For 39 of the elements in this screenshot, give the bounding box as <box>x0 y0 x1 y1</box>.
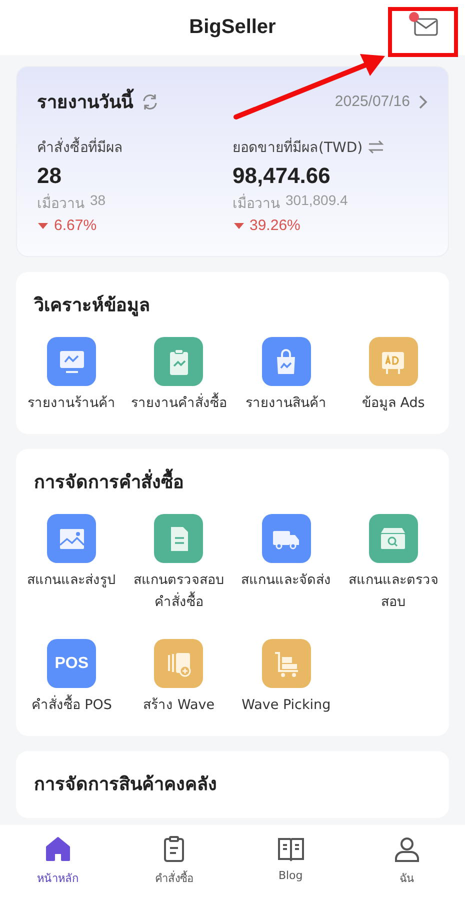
shortcut-tile[interactable]: สแกนและตรวจสอบ <box>340 514 447 613</box>
section-title: การจัดการสินค้าคงคลัง <box>34 773 217 797</box>
tab-item[interactable]: หน้าหลัก <box>0 825 116 900</box>
shortcut-tile[interactable]: สแกนและส่งรูป <box>18 514 126 613</box>
metric-value: 98,474.66 <box>232 163 332 189</box>
shortcut-tile[interactable]: สแกนตรวจสอบคำสั่งซื้อ <box>125 514 232 613</box>
metric-label: คำสั่งซื้อที่มีผล <box>37 136 123 158</box>
shortcut-tile[interactable]: สร้าง Wave <box>125 639 232 716</box>
previous-value: 301,809.4 <box>286 192 348 210</box>
app-title: BigSeller <box>189 16 276 39</box>
metric-value: 28 <box>37 163 62 189</box>
refresh-icon[interactable] <box>141 92 159 110</box>
swap-icon[interactable] <box>368 140 384 154</box>
tab-item[interactable]: คำสั่งซื้อ <box>116 825 232 900</box>
change-percent: 6.67% <box>54 217 97 234</box>
me-icon <box>392 835 421 863</box>
previous-label: เมื่อวาน <box>37 192 85 214</box>
blog-icon <box>276 835 305 863</box>
shortcut-tile[interactable]: สแกนและจัดส่ง <box>232 514 340 613</box>
shortcut-tile[interactable]: ข้อมูล Ads <box>340 337 447 414</box>
mail-icon <box>414 16 438 36</box>
highlight-box <box>388 7 458 57</box>
chevron-right-icon[interactable] <box>418 94 428 110</box>
pos-icon: POS <box>47 639 96 688</box>
shortcut-tile[interactable]: Wave Picking <box>232 639 340 716</box>
home-icon <box>44 835 72 863</box>
report-title: รายงานวันนี้ <box>37 87 133 116</box>
change-percent: 39.26% <box>250 217 300 234</box>
shortcut-tile[interactable]: รายงานคำสั่งซื้อ <box>125 337 232 414</box>
previous-label: เมื่อวาน <box>232 192 280 214</box>
shortcut-tile[interactable]: รายงานร้านค้า <box>18 337 126 414</box>
section-title: วิเคราะห์ข้อมูล <box>34 294 150 318</box>
shortcut-tile[interactable]: POS คำสั่งซื้อ POS <box>18 639 126 716</box>
section-title: การจัดการคำสั่งซื้อ <box>34 467 184 496</box>
tab-item[interactable]: Blog <box>232 825 349 900</box>
previous-value: 38 <box>90 192 106 210</box>
tab-item[interactable]: ฉัน <box>348 825 465 900</box>
shortcut-tile[interactable]: รายงานสินค้า <box>232 337 340 414</box>
metric-label: ยอดขายที่มีผล(TWD) <box>232 136 363 158</box>
